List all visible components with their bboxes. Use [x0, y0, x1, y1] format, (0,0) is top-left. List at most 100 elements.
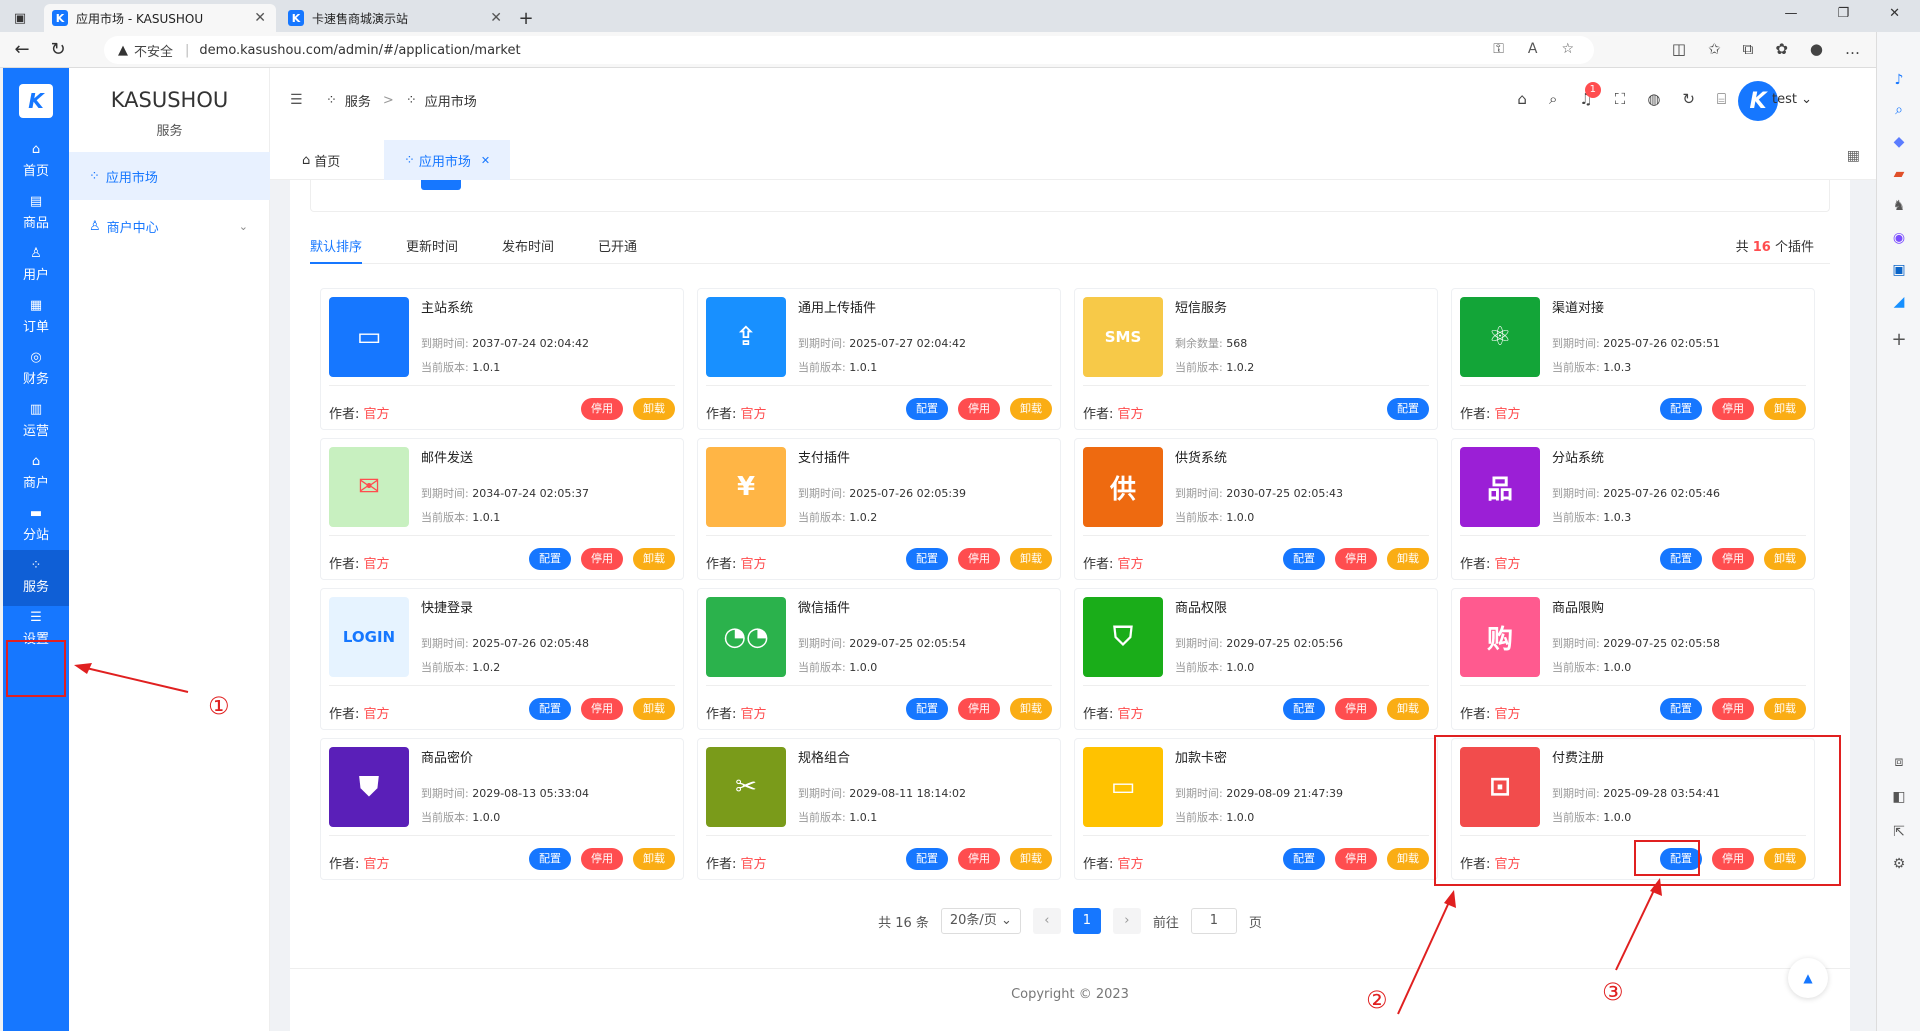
nav-item-goods[interactable]: ▤ 商品 — [3, 186, 69, 242]
external-icon[interactable]: ⇱ — [1889, 822, 1909, 842]
config-button[interactable]: 配置 — [906, 698, 948, 720]
config-button[interactable]: 配置 — [1387, 398, 1429, 420]
settings-icon[interactable]: ⚙ — [1889, 854, 1909, 874]
sidebar-toggle-icon[interactable]: ◧ — [1889, 787, 1909, 807]
nav-item-operate[interactable]: ▥ 运营 — [3, 394, 69, 450]
favorite-icon[interactable]: ☆ — [1561, 41, 1574, 57]
browser-tab[interactable]: K 卡速售商城演示站 ✕ — [280, 4, 512, 32]
plugin-card[interactable]: ✂ 规格组合 到期时间: 2029-08-11 18:14:02 当前版本: 1.0.… — [697, 738, 1061, 880]
stop-button[interactable]: 停用 — [958, 398, 1000, 420]
config-button[interactable]: 配置 — [906, 848, 948, 870]
config-button[interactable]: 配置 — [1283, 698, 1325, 720]
screenshot-icon[interactable]: ⧈ — [1889, 752, 1909, 772]
extensions-icon[interactable]: ✿ — [1775, 40, 1788, 58]
add-icon[interactable]: + — [1889, 330, 1909, 350]
uninstall-button[interactable]: 卸载 — [1010, 848, 1052, 870]
stop-button[interactable]: 停用 — [958, 548, 1000, 570]
search-icon[interactable]: ⌕ — [1889, 100, 1909, 120]
tab-home[interactable]: ⌂ 首页 — [282, 140, 360, 180]
stop-button[interactable]: 停用 — [958, 848, 1000, 870]
plugin-card[interactable]: LOGIN 快捷登录 到期时间: 2025-07-26 02:05:48 当前版本: … — [320, 588, 684, 730]
stop-button[interactable]: 停用 — [581, 398, 623, 420]
minimize-icon[interactable]: — — [1784, 6, 1797, 21]
nav-item-order[interactable]: ▦ 订单 — [3, 290, 69, 346]
uninstall-button[interactable]: 卸载 — [633, 548, 675, 570]
uninstall-button[interactable]: 卸载 — [1010, 698, 1052, 720]
nav-item-service[interactable]: ⁘ 服务 — [3, 550, 69, 606]
config-button[interactable]: 配置 — [1660, 698, 1702, 720]
bell-icon[interactable]: ♫ 1 — [1579, 82, 1601, 108]
user-menu[interactable]: test ⌄ — [1772, 92, 1812, 107]
collections-icon[interactable]: ⧉ — [1743, 40, 1754, 58]
plugin-card[interactable]: ⛊ 商品密价 到期时间: 2029-08-13 05:33:04 当前版本: 1.0.… — [320, 738, 684, 880]
page-number[interactable]: 1 — [1072, 908, 1101, 934]
nav-item-merchant[interactable]: ⌂ 商户 — [3, 446, 69, 502]
config-button[interactable]: 配置 — [1660, 848, 1702, 870]
stop-button[interactable]: 停用 — [1335, 698, 1377, 720]
submenu-item-merchant-center[interactable]: ♙ 商户中心 ⌄ — [69, 202, 270, 250]
uninstall-button[interactable]: 卸载 — [633, 698, 675, 720]
games-icon[interactable]: ♞ — [1889, 196, 1909, 216]
config-button[interactable]: 配置 — [1283, 848, 1325, 870]
tag-icon[interactable]: ◆ — [1889, 132, 1909, 152]
close-icon[interactable]: ✕ — [490, 10, 502, 26]
search-icon[interactable]: ⌕ — [1549, 90, 1557, 108]
profile-icon[interactable]: ● — [1810, 40, 1823, 58]
page-size-select[interactable]: 20条/页 ⌄ — [940, 908, 1021, 934]
browser-tab-active[interactable]: K 应用市场 - KASUSHOU ✕ — [44, 4, 276, 32]
stop-button[interactable]: 停用 — [1712, 548, 1754, 570]
uninstall-button[interactable]: 卸载 — [1764, 698, 1806, 720]
theme-icon[interactable]: ◍ — [1647, 90, 1660, 108]
plugin-card[interactable]: ✉ 邮件发送 到期时间: 2034-07-24 02:05:37 当前版本: 1.0.… — [320, 438, 684, 580]
toolbox-icon[interactable]: ▰ — [1889, 164, 1909, 184]
uninstall-button[interactable]: 卸载 — [1010, 398, 1052, 420]
refresh-icon[interactable]: ↻ — [1682, 90, 1695, 108]
plugin-card[interactable]: ⇪ 通用上传插件 到期时间: 2025-07-27 02:04:42 当前版本: 1.… — [697, 288, 1061, 430]
prev-page-icon[interactable]: ‹ — [1032, 908, 1061, 934]
drop-icon[interactable]: ◢ — [1889, 292, 1909, 312]
close-window-icon[interactable]: ✕ — [1889, 6, 1900, 21]
config-button[interactable]: 配置 — [906, 398, 948, 420]
key-icon[interactable]: ⚿ — [1493, 41, 1504, 57]
restore-icon[interactable]: ❐ — [1837, 6, 1849, 21]
config-button[interactable]: 配置 — [906, 548, 948, 570]
uninstall-button[interactable]: 卸载 — [1764, 548, 1806, 570]
fullscreen-icon[interactable]: ⛶ — [1615, 90, 1626, 108]
config-button[interactable]: 配置 — [529, 548, 571, 570]
plugin-card[interactable]: 购商品限购 到期时间: 2029-07-25 02:05:58 当前版本: 1.0.… — [1451, 588, 1815, 730]
sort-tab-published[interactable]: 发布时间 — [502, 232, 554, 264]
close-icon[interactable]: ✕ — [254, 10, 266, 26]
uninstall-button[interactable]: 卸载 — [1387, 548, 1429, 570]
config-button[interactable]: 配置 — [1283, 548, 1325, 570]
favorites-icon[interactable]: ✩ — [1708, 40, 1721, 58]
stop-button[interactable]: 停用 — [581, 548, 623, 570]
config-button[interactable]: 配置 — [529, 698, 571, 720]
plugin-card[interactable]: ¥ 支付插件 到期时间: 2025-07-26 02:05:39 当前版本: 1.0.… — [697, 438, 1061, 580]
uninstall-button[interactable]: 卸载 — [633, 848, 675, 870]
nav-item-settings[interactable]: ☰ 设置 — [3, 602, 69, 658]
more-icon[interactable]: … — [1845, 40, 1860, 58]
nav-item-home[interactable]: ⌂ 首页 — [3, 134, 69, 190]
next-page-icon[interactable]: › — [1112, 908, 1141, 934]
nav-item-finance[interactable]: ◎ 财务 — [3, 342, 69, 398]
stop-button[interactable]: 停用 — [581, 848, 623, 870]
stop-button[interactable]: 停用 — [1712, 698, 1754, 720]
tab-market[interactable]: ⁘ 应用市场 ✕ — [384, 140, 511, 180]
app-logo[interactable]: K — [19, 84, 53, 118]
apps-icon[interactable]: ▦ — [1847, 148, 1860, 164]
submenu-item-market[interactable]: ⁘ 应用市场 — [69, 152, 270, 200]
plugin-card[interactable]: ⊡ 付费注册 到期时间: 2025-09-28 03:54:41 当前版本: 1.0.… — [1451, 738, 1815, 880]
config-button[interactable]: 配置 — [1660, 548, 1702, 570]
breadcrumb-item[interactable]: 服务 — [345, 91, 371, 110]
copilot-icon[interactable]: ◉ — [1889, 228, 1909, 248]
outlook-icon[interactable]: ▣ — [1889, 260, 1909, 280]
filter-button[interactable] — [421, 180, 461, 190]
nav-item-user[interactable]: ♙ 用户 — [3, 238, 69, 294]
stop-button[interactable]: 停用 — [958, 698, 1000, 720]
refresh-icon[interactable]: ↻ — [44, 39, 72, 60]
uninstall-button[interactable]: 卸载 — [1387, 848, 1429, 870]
plugin-card[interactable]: ▭ 加款卡密 到期时间: 2029-08-09 21:47:39 当前版本: 1.0.… — [1074, 738, 1438, 880]
plugin-card[interactable]: 品分站系统 到期时间: 2025-07-26 02:05:46 当前版本: 1.0.… — [1451, 438, 1815, 580]
plugin-card[interactable]: ▭ 主站系统 到期时间: 2037-07-24 02:04:42 当前版本: 1.0.… — [320, 288, 684, 430]
url-field[interactable]: ▲ 不安全 | demo.kasushou.com/admin/#/applic… — [104, 36, 1594, 64]
